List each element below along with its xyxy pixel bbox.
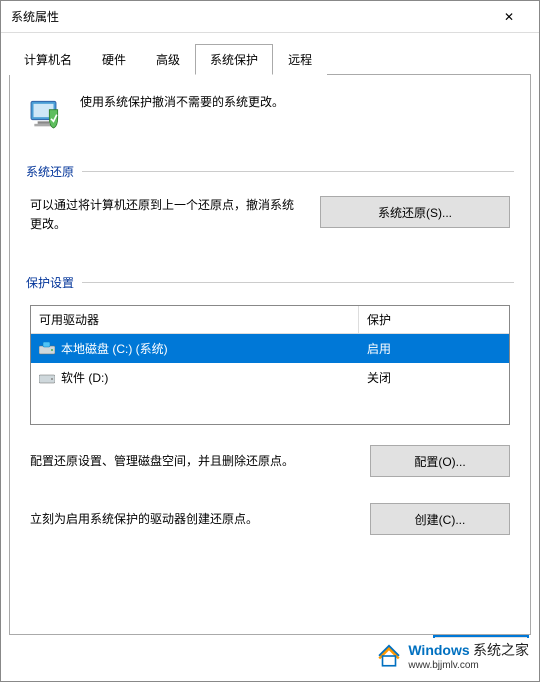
tab-computer-name[interactable]: 计算机名 [9,44,87,75]
drive-table: 可用驱动器 保护 本地磁盘 (C:) (系统) 启用 [30,305,510,425]
configure-description: 配置还原设置、管理磁盘空间，并且删除还原点。 [30,452,350,471]
watermark: Windows 系统之家 www.bjjmlv.com [372,638,533,673]
intro-row: 使用系统保护撤消不需要的系统更改。 [26,93,514,133]
intro-text: 使用系统保护撤消不需要的系统更改。 [80,93,284,110]
window-title: 系统属性 [11,8,489,25]
drive-name: 软件 (D:) [61,369,108,386]
drive-name-cell: 本地磁盘 (C:) (系统) [31,338,359,359]
titlebar: 系统属性 ✕ [1,1,539,33]
watermark-suffix: 系统之家 [473,642,529,658]
watermark-text-block: Windows 系统之家 www.bjjmlv.com [408,640,529,671]
section-protection-header: 保护设置 [26,274,514,291]
drive-icon [39,371,55,385]
configure-row: 配置还原设置、管理磁盘空间，并且删除还原点。 配置(O)... [30,445,510,477]
close-icon: ✕ [504,10,514,24]
section-protection-title: 保护设置 [26,274,74,291]
configure-button[interactable]: 配置(O)... [370,445,510,477]
close-button[interactable]: ✕ [489,3,529,31]
create-description: 立刻为启用系统保护的驱动器创建还原点。 [30,510,350,529]
drive-name-cell: 软件 (D:) [31,367,359,388]
col-header-protection[interactable]: 保护 [359,306,509,334]
watermark-brand: Windows [408,642,469,658]
drive-protection-cell: 关闭 [359,367,509,388]
section-restore-title: 系统还原 [26,163,74,180]
watermark-url: www.bjjmlv.com [408,660,529,671]
tab-remote[interactable]: 远程 [273,44,327,75]
create-button[interactable]: 创建(C)... [370,503,510,535]
tab-content: 使用系统保护撤消不需要的系统更改。 系统还原 可以通过将计算机还原到上一个还原点… [9,75,531,635]
house-logo-icon [376,643,402,669]
table-row[interactable]: 软件 (D:) 关闭 [31,363,509,392]
restore-row: 可以通过将计算机还原到上一个还原点，撤消系统更改。 系统还原(S)... [30,196,510,234]
col-header-drive[interactable]: 可用驱动器 [31,306,359,334]
tab-system-protection[interactable]: 系统保护 [195,44,273,75]
section-system-restore-header: 系统还原 [26,163,514,180]
drive-name: 本地磁盘 (C:) (系统) [61,340,168,357]
system-drive-icon [39,342,55,356]
system-restore-button[interactable]: 系统还原(S)... [320,196,510,228]
shield-monitor-icon [26,93,66,133]
tab-area: 计算机名 硬件 高级 系统保护 远程 使用系统保护撤消不需要的系统更改。 系统还… [1,33,539,635]
drive-protection-cell: 启用 [359,338,509,359]
create-row: 立刻为启用系统保护的驱动器创建还原点。 创建(C)... [30,503,510,535]
restore-description: 可以通过将计算机还原到上一个还原点，撤消系统更改。 [30,196,300,234]
table-row[interactable]: 本地磁盘 (C:) (系统) 启用 [31,334,509,363]
drive-table-header: 可用驱动器 保护 [31,306,509,334]
tab-hardware[interactable]: 硬件 [87,44,141,75]
tabs: 计算机名 硬件 高级 系统保护 远程 [9,43,531,75]
tab-advanced[interactable]: 高级 [141,44,195,75]
